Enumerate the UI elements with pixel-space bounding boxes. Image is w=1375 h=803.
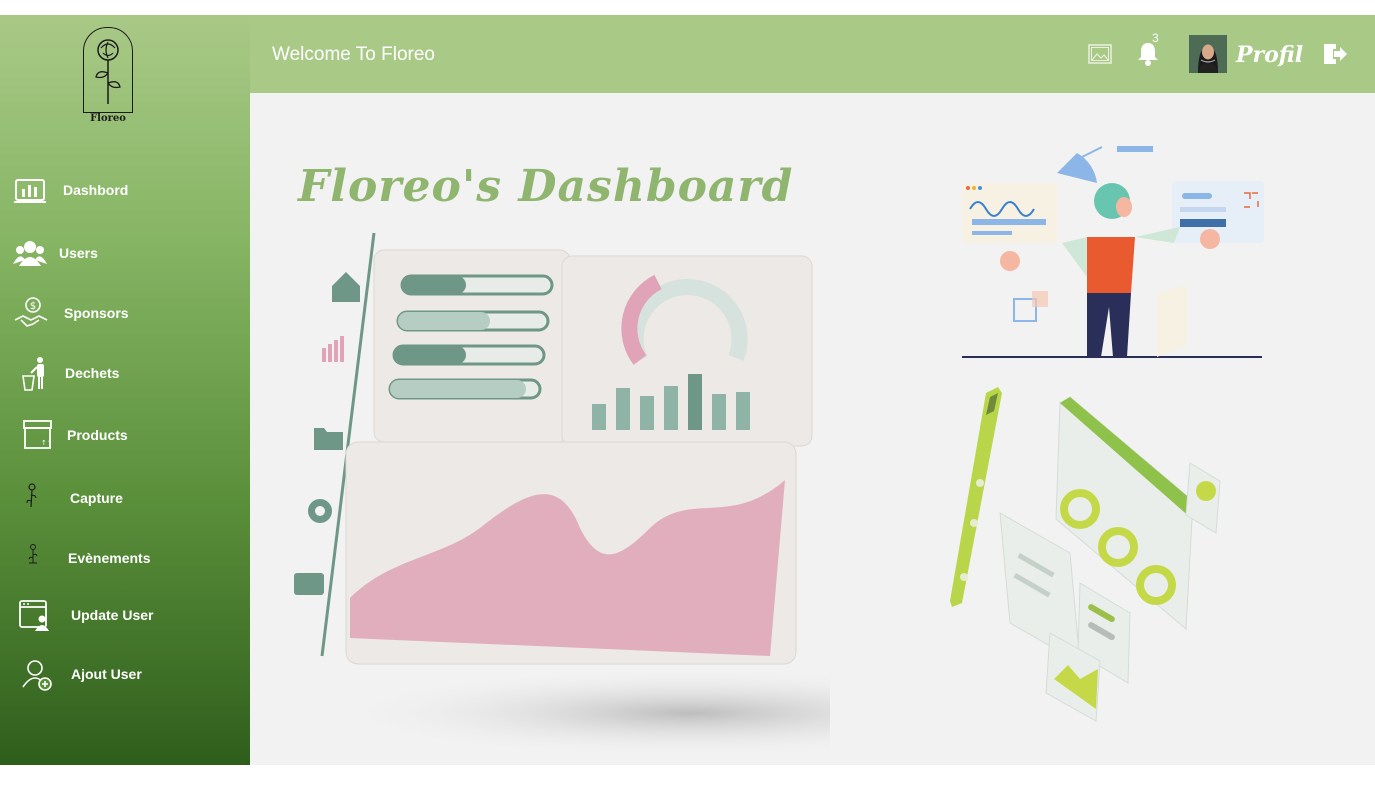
sidebar: Floreo Dashbord Users $ Sponsors Dechets (0, 15, 250, 765)
sidebar-item-label: Update User (71, 607, 154, 623)
sidebar-item-label: Capture (70, 490, 123, 506)
dashboard-illustration (290, 228, 1050, 758)
sidebar-item-label: Products (67, 427, 128, 443)
sidebar-item-capture[interactable]: Capture (0, 477, 250, 521)
analyst-illustration (962, 143, 1267, 363)
welcome-text: Welcome To Floreo (272, 44, 435, 65)
chart-bars-icon (13, 173, 49, 209)
trash-person-icon (18, 356, 54, 392)
notification-count: 3 (1152, 31, 1159, 45)
svg-text:↑↑: ↑↑ (41, 439, 53, 447)
add-user-icon (20, 657, 56, 693)
logo-text: Floreo (90, 113, 126, 124)
app-window: Floreo Dashbord Users $ Sponsors Dechets (0, 15, 1375, 765)
sidebar-item-users[interactable]: Users (0, 232, 250, 276)
handshake-dollar-icon: $ (13, 296, 49, 332)
sidebar-item-label: Dashbord (63, 182, 129, 198)
logo-arch-icon (83, 27, 133, 113)
logo: Floreo (80, 25, 136, 125)
main-content: Floreo's Dashboard (250, 93, 1375, 765)
image-icon[interactable] (1088, 44, 1112, 64)
sidebar-item-sponsors[interactable]: $ Sponsors (0, 292, 250, 336)
sidebar-item-dechets[interactable]: Dechets (0, 352, 250, 396)
avatar[interactable] (1189, 35, 1227, 73)
window-user-icon (18, 598, 54, 634)
box-icon: ↑↑ (19, 418, 55, 454)
sidebar-item-label: Ajout User (71, 666, 142, 682)
flower-sketch-icon (18, 481, 54, 517)
flower-small-icon (16, 541, 52, 577)
profile-link[interactable]: Profil (1236, 42, 1303, 68)
isometric-ui-illustration (950, 383, 1250, 723)
top-bar: Welcome To Floreo 3 Profil (250, 15, 1375, 93)
users-icon (12, 236, 48, 272)
page-title: Floreo's Dashboard (298, 161, 794, 212)
sidebar-item-label: Users (59, 245, 98, 261)
sidebar-item-dashbord[interactable]: Dashbord (0, 169, 250, 213)
sidebar-item-evenements[interactable]: Evènements (0, 537, 250, 581)
sidebar-item-products[interactable]: ↑↑ Products (0, 414, 250, 458)
sidebar-item-label: Dechets (65, 365, 120, 381)
sidebar-item-ajout-user[interactable]: Ajout User (0, 653, 250, 697)
sidebar-item-label: Sponsors (64, 305, 129, 321)
sidebar-item-update-user[interactable]: Update User (0, 594, 250, 638)
svg-text:$: $ (30, 301, 36, 312)
sidebar-item-label: Evènements (68, 550, 151, 566)
logout-icon[interactable] (1322, 43, 1348, 65)
